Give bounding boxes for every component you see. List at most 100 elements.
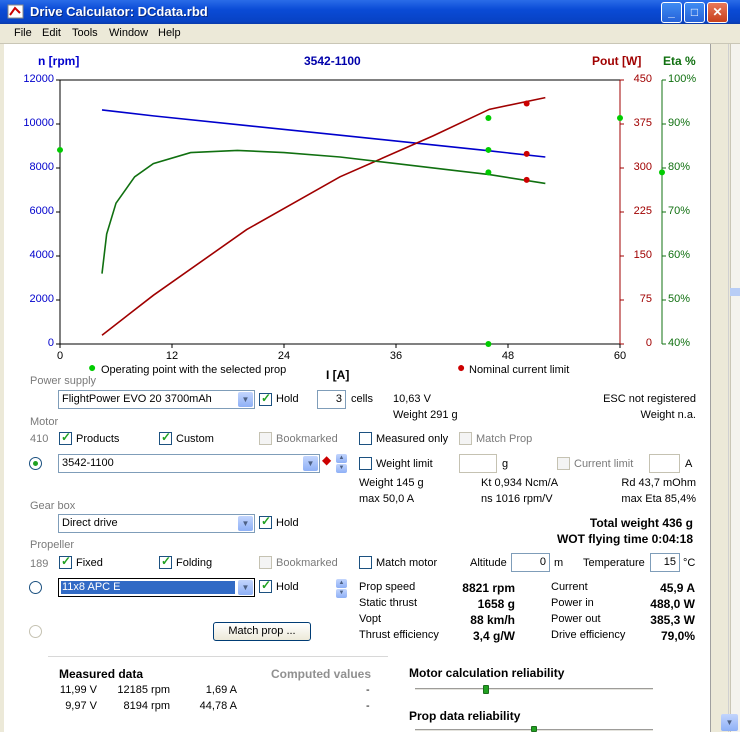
fixed-checkbox[interactable] (59, 554, 72, 569)
products-checkbox[interactable] (59, 430, 72, 445)
motor-weight: Weight 145 g (359, 477, 424, 489)
battery-hold-checkbox[interactable] (259, 391, 272, 406)
cells-input[interactable]: 3 (317, 390, 346, 409)
legend-operating-point: Operating point with the selected prop (101, 364, 287, 376)
weight-limit-checkbox[interactable] (359, 457, 372, 470)
match-prop-checkbox[interactable] (459, 432, 472, 445)
chevron-down-icon: ▼ (238, 516, 253, 531)
operating-point-eta-marker (659, 169, 665, 176)
measured-data-panel: Measured data Computed values 11,99 V 12… (48, 656, 388, 732)
weight-limit-input[interactable] (459, 454, 497, 473)
legend-current-limit: Nominal current limit (469, 364, 570, 376)
temperature-input[interactable]: 15 (650, 553, 680, 572)
static-thrust-label: Static thrust (359, 597, 418, 609)
measured-row-rpm: 8194 rpm (123, 700, 170, 712)
motor-radio[interactable] (29, 457, 42, 470)
propeller-hold-label: Hold (276, 581, 299, 593)
motor-spin-down[interactable]: ▼ (336, 464, 347, 473)
measured-only-label: Measured only (376, 433, 449, 445)
title-bar[interactable]: Drive Calculator: DCdata.rbd _ □ ✕ (0, 0, 740, 24)
plot-frame (59, 79, 621, 345)
measured-row-current: 1,69 A (205, 684, 237, 696)
fixed-label: Fixed (76, 557, 103, 569)
measured-row-voltage: 11,99 V (59, 684, 97, 696)
match-prop-button[interactable]: Match prop ... (213, 622, 311, 641)
prop-bookmarked-checkbox[interactable] (259, 556, 272, 569)
vopt-value: 88 km/h (470, 613, 515, 627)
motor-spin-up[interactable]: ▲ (336, 454, 347, 463)
prop-spin-up[interactable]: ▲ (336, 579, 347, 588)
motor-max-eta: max Eta 85,4% (621, 493, 696, 505)
motor-bookmarked-label: Bookmarked (276, 433, 338, 445)
operating-point-rpm-marker (57, 146, 63, 153)
x-axis-title: I [A] (326, 368, 350, 382)
power-out-value: 385,3 W (650, 613, 695, 627)
computed-row-value: - (366, 684, 370, 696)
thrust-efficiency-value: 3,4 g/W (472, 629, 515, 643)
products-label: Products (76, 433, 120, 445)
measured-data-title: Measured data (59, 667, 144, 681)
current-limit-checkbox[interactable] (557, 457, 570, 470)
altitude-input[interactable]: 0 (511, 553, 550, 572)
vopt-label: Vopt (359, 613, 382, 625)
maximize-button[interactable]: □ (684, 2, 705, 23)
battery-select[interactable]: FlightPower EVO 20 3700mAh ▼ (58, 390, 255, 409)
third-radio[interactable] (29, 625, 42, 638)
current-value: 45,9 A (660, 581, 695, 595)
motor-rd: Rd 43,7 mOhm (621, 477, 696, 489)
limit-point-rpm (523, 150, 530, 157)
motor-label: Motor (30, 416, 59, 428)
motor-select[interactable]: 3542-1100 ▼ (58, 454, 320, 473)
custom-checkbox[interactable] (159, 430, 172, 445)
prop-reliability-title: Prop data reliability (409, 709, 521, 723)
limit-point-pout (523, 100, 530, 107)
power-supply-label: Power supply (30, 375, 97, 387)
measured-row-voltage: 9,97 V (65, 700, 97, 712)
motor-bookmarked-checkbox[interactable] (259, 432, 272, 445)
weight-limit-unit: g (502, 458, 509, 470)
altitude-unit: m (554, 557, 564, 569)
power-out-label: Power out (551, 613, 601, 625)
menu-edit[interactable]: Edit (42, 27, 61, 39)
minimize-button[interactable]: _ (661, 2, 682, 23)
gearbox-select[interactable]: Direct drive ▼ (58, 514, 255, 533)
gearbox-label: Gear box (30, 500, 76, 512)
menu-help[interactable]: Help (158, 27, 181, 39)
gearbox-hold-label: Hold (276, 517, 299, 529)
prop-bookmarked-label: Bookmarked (276, 557, 338, 569)
scroll-down-arrow[interactable]: ▼ (721, 714, 738, 731)
propeller-select[interactable]: 11x8 APC E ▼ (58, 578, 255, 597)
gearbox-hold-checkbox[interactable] (259, 514, 272, 529)
chevron-down-icon: ▼ (238, 580, 253, 595)
computed-row-value: - (366, 700, 370, 712)
computed-values-title: Computed values (271, 667, 372, 681)
measured-row-current: 44,78 A (199, 700, 237, 712)
motor-kt: Kt 0,934 Ncm/A (481, 477, 559, 489)
match-motor-checkbox[interactable] (359, 556, 372, 569)
operating-point-eta (485, 169, 492, 176)
propeller-radio[interactable] (29, 581, 42, 594)
menu-tools[interactable]: Tools (72, 27, 98, 39)
menu-file[interactable]: File (14, 27, 32, 39)
current-limit-input[interactable] (649, 454, 680, 473)
menu-window[interactable]: Window (109, 27, 148, 39)
prop-speed-value: 8821 rpm (462, 581, 515, 595)
close-button[interactable]: ✕ (707, 2, 728, 23)
prop-spin-down[interactable]: ▼ (336, 589, 347, 598)
battery-voltage: 10,63 V (393, 393, 431, 405)
menu-bar: File Edit Tools Window Help (0, 24, 740, 44)
chevron-down-icon: ▼ (238, 392, 253, 407)
motor-count: 410 (30, 433, 49, 445)
propeller-hold-checkbox[interactable] (259, 578, 272, 593)
drive-efficiency-value: 79,0% (660, 629, 695, 643)
client-divider (728, 44, 729, 732)
total-weight: Total weight 436 g (589, 516, 693, 530)
measured-only-checkbox[interactable] (359, 432, 372, 445)
folding-label: Folding (176, 557, 213, 569)
folding-checkbox[interactable] (159, 554, 172, 569)
battery-hold-label: Hold (276, 393, 299, 405)
battery-weight: Weight 291 g (393, 409, 458, 421)
match-motor-label: Match motor (376, 557, 438, 569)
motor-reliability-slider (415, 688, 653, 691)
limit-point-eta (523, 176, 530, 183)
